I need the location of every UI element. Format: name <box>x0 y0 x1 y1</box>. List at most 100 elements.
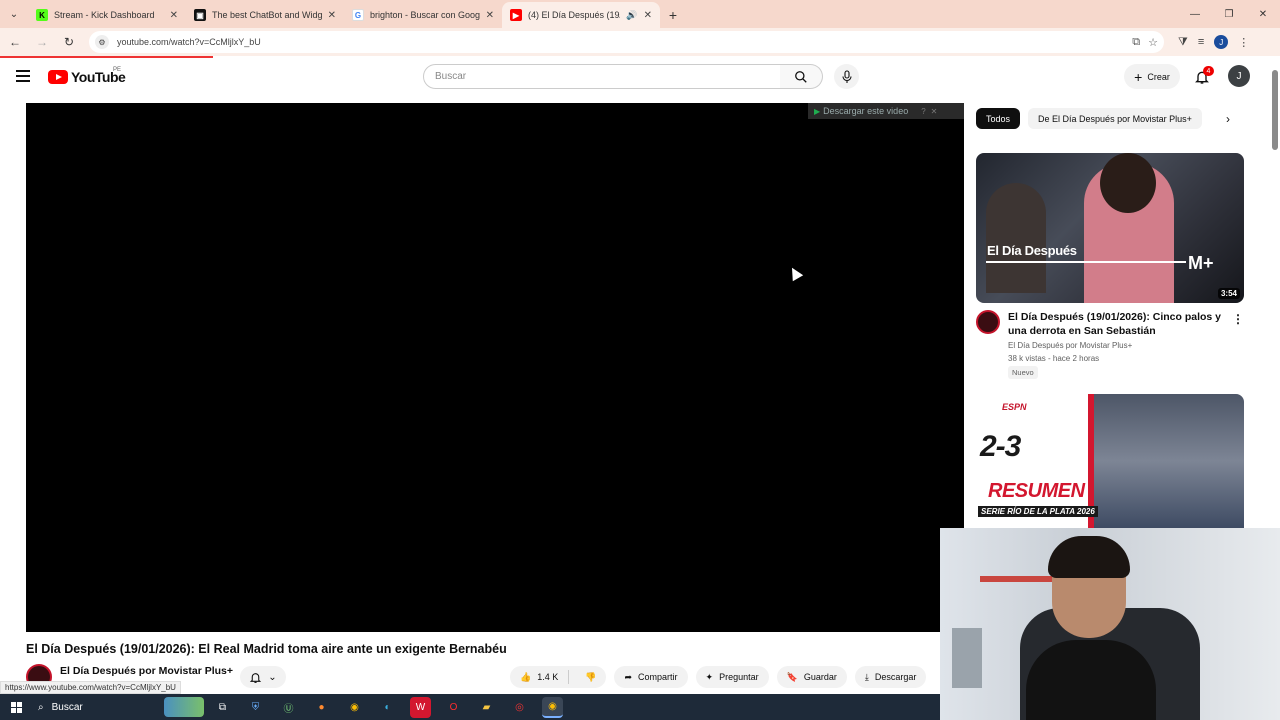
thumbnail-text: El Día Después <box>987 243 1077 258</box>
scrollbar-thumb[interactable] <box>1272 70 1278 150</box>
url-text: youtube.com/watch?v=CcMljlxY_bU <box>117 37 261 47</box>
opera-icon[interactable]: O <box>443 697 464 718</box>
create-label: Crear <box>1147 71 1170 82</box>
profile-avatar-icon[interactable]: J <box>1214 35 1229 49</box>
more-options-icon[interactable]: ⋮ <box>1232 312 1244 326</box>
tab-close-icon[interactable]: ✕ <box>170 10 178 21</box>
file-explorer-icon[interactable]: ▰ <box>476 697 497 718</box>
task-view-icon[interactable]: ⧉ <box>212 697 233 718</box>
chip-channel[interactable]: De El Día Después por Movistar Plus+ <box>1028 108 1202 129</box>
match-score: 2-3 <box>980 430 1021 463</box>
browser-menu-icon[interactable]: ⋮ <box>1238 36 1249 49</box>
speaker-icon[interactable]: 🔊 <box>626 10 637 21</box>
url-field[interactable]: ⚙ youtube.com/watch?v=CcMljlxY_bU ⧉ ☆ <box>89 31 1164 53</box>
search-input[interactable]: Buscar <box>423 64 781 89</box>
tab-search-dropdown-icon[interactable]: ⌄ <box>0 0 28 28</box>
channel-name[interactable]: El Día Después por Movistar Plus+ <box>60 665 233 677</box>
channel-avatar[interactable] <box>976 310 1000 334</box>
windows-taskbar: ⌕ Buscar ⧉ ⛨ Ⓤ ● ◉ ◐ W O ▰ ◎ ◉ <box>0 694 940 720</box>
voice-search-button[interactable] <box>834 64 859 89</box>
browser-tab-kick[interactable]: K Stream - Kick Dashboard ✕ <box>28 2 186 28</box>
tab-close-icon[interactable]: ✕ <box>644 10 652 21</box>
obs-icon[interactable]: ◎ <box>509 697 530 718</box>
menu-hamburger-icon[interactable] <box>16 70 30 82</box>
bookmark-star-icon[interactable]: ☆ <box>1148 36 1158 49</box>
create-button[interactable]: + Crear <box>1124 64 1180 89</box>
download-button[interactable]: ⤓ Descargar <box>854 666 927 688</box>
tab-close-icon[interactable]: ✕ <box>328 10 336 21</box>
download-label: Descargar <box>874 672 917 682</box>
recommended-stats: 38 k vistas - hace 2 horas <box>1008 354 1100 363</box>
taskbar-apps: ⧉ ⛨ Ⓤ ● ◉ ◐ W O ▰ ◎ ◉ <box>212 696 563 718</box>
resumen-text: RESUMEN <box>988 480 1085 502</box>
download-close-icon[interactable]: ✕ <box>931 107 938 116</box>
firefox-icon[interactable]: ● <box>311 697 332 718</box>
subscription-bell-button[interactable]: ⌄ <box>240 666 286 688</box>
ask-label: Preguntar <box>719 672 759 682</box>
close-window-icon[interactable]: ✕ <box>1246 0 1280 28</box>
search-button[interactable] <box>780 64 823 89</box>
tab-close-icon[interactable]: ✕ <box>486 10 494 21</box>
back-icon[interactable]: ← <box>3 30 27 54</box>
tab-label: brighton - Buscar con Google <box>370 10 480 20</box>
wps-office-icon[interactable]: W <box>410 696 431 718</box>
like-button[interactable]: 👍 1.4 K <box>510 670 570 684</box>
video-player[interactable] <box>26 103 964 632</box>
browser-tab-youtube[interactable]: ▶ (4) El Día Después (19/01/2 🔊 ✕ <box>502 2 660 28</box>
save-label: Guardar <box>803 672 837 682</box>
restore-icon[interactable]: ❐ <box>1212 0 1246 28</box>
browser-tab-google[interactable]: G brighton - Buscar con Google ✕ <box>344 2 502 28</box>
chevron-down-icon: ⌄ <box>268 671 277 683</box>
windows-logo-icon <box>10 701 22 713</box>
youtube-masthead: YouTube PE Buscar + Crear J <box>0 58 1270 96</box>
edge-icon[interactable]: ◐ <box>377 697 398 718</box>
browser-tab-bar: ⌄ K Stream - Kick Dashboard ✕ ▣ The best… <box>0 0 1280 28</box>
install-app-icon[interactable]: ⧉ <box>1132 36 1140 49</box>
start-button[interactable] <box>0 694 32 720</box>
share-button[interactable]: ➦ Compartir <box>614 666 688 688</box>
link-status-url: https://www.youtube.com/watch?v=CcMljlxY… <box>0 681 181 694</box>
new-badge: Nuevo <box>1008 366 1038 379</box>
chevron-right-icon[interactable]: › <box>1218 108 1238 129</box>
ask-button[interactable]: ✦ Preguntar <box>695 666 769 688</box>
plus-icon: + <box>1134 68 1143 85</box>
download-help-icon[interactable]: ? <box>921 107 925 116</box>
account-avatar[interactable]: J <box>1228 65 1250 87</box>
chrome-active-icon[interactable]: ◉ <box>542 696 563 718</box>
serie-text: SERIE RÍO DE LA PLATA 2026 <box>978 506 1098 517</box>
tab-label: (4) El Día Después (19/01/2 <box>528 10 620 20</box>
video-actions: 👍 1.4 K 👎 ➦ Compartir ✦ Preguntar 🔖 Guar… <box>510 666 927 688</box>
browser-tab-chatbot[interactable]: ▣ The best ChatBot and Widgets ✕ <box>186 2 344 28</box>
chip-todos[interactable]: Todos <box>976 108 1021 129</box>
download-play-icon: ▶ <box>814 106 821 116</box>
thumbs-down-icon: 👎 <box>585 671 597 682</box>
recommended-channel[interactable]: El Día Después por Movistar Plus+ <box>1008 341 1132 350</box>
extensions-icon[interactable]: ⧩ <box>1178 36 1188 49</box>
search-highlight-image[interactable] <box>164 697 204 717</box>
like-count: 1.4 K <box>537 672 559 682</box>
download-extension-bar[interactable]: ▶ Descargar este video ? ✕ <box>808 103 964 119</box>
download-video-label[interactable]: Descargar este video <box>823 106 908 116</box>
reading-list-icon[interactable]: ≡ <box>1198 36 1204 48</box>
thumbs-up-icon: 👍 <box>520 671 532 682</box>
tab-label: Stream - Kick Dashboard <box>54 10 155 20</box>
security-shield-icon[interactable]: ⛨ <box>245 697 266 718</box>
recommended-thumbnail-1[interactable]: El Día Después M+ 3:54 <box>976 153 1244 303</box>
new-tab-button[interactable]: + <box>660 2 686 28</box>
kick-favicon-icon: K <box>36 9 48 21</box>
notification-count-badge: 4 <box>1203 66 1214 76</box>
recommended-thumbnail-2[interactable]: ESPN 2-3 RESUMEN SERIE RÍO DE LA PLATA 2… <box>976 394 1244 528</box>
dislike-button[interactable]: 👎 <box>575 672 606 683</box>
minimize-icon[interactable]: — <box>1178 0 1212 28</box>
upwork-icon[interactable]: Ⓤ <box>278 697 299 718</box>
share-icon: ➦ <box>624 671 632 682</box>
like-dislike-group: 👍 1.4 K 👎 <box>510 666 607 688</box>
save-button[interactable]: 🔖 Guardar <box>776 666 847 688</box>
forward-icon[interactable]: → <box>30 30 54 54</box>
chrome-icon[interactable]: ◉ <box>344 697 365 718</box>
reload-icon[interactable]: ↻ <box>57 30 81 54</box>
site-info-icon[interactable]: ⚙ <box>95 35 109 49</box>
taskbar-search[interactable]: ⌕ Buscar <box>32 694 172 720</box>
recommended-title[interactable]: El Día Después (19/01/2026): Cinco palos… <box>1008 310 1223 338</box>
search-icon: ⌕ <box>38 701 44 713</box>
